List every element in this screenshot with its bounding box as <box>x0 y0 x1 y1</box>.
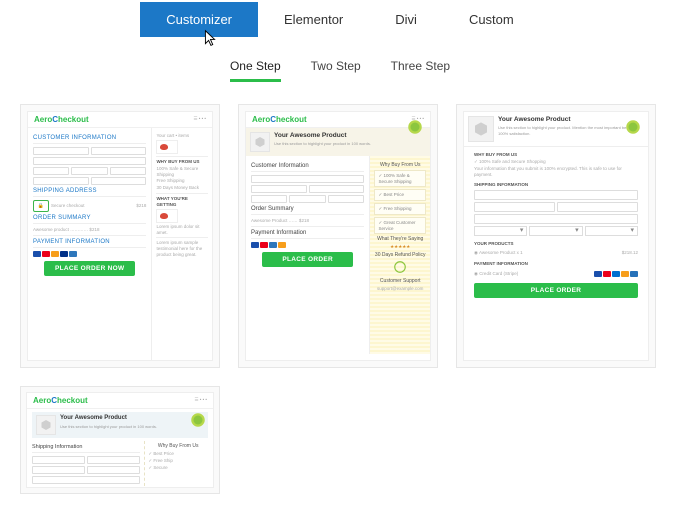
place-order-button: PLACE ORDER <box>474 283 638 298</box>
brand-logo: AeroCheckout <box>252 115 307 124</box>
last-name-field <box>557 202 638 212</box>
section-customer-info: Customer Information <box>251 163 364 172</box>
section-customer-info: CUSTOMER INFORMATION <box>33 135 146 144</box>
tab-elementor[interactable]: Elementor <box>258 2 369 37</box>
section-payment-info: Payment Information <box>251 230 364 239</box>
template-card[interactable]: AeroCheckout ☰ • • • Your Awesome Produc… <box>20 386 220 494</box>
cursor-pointer-icon <box>199 28 221 50</box>
tab-label: Divi <box>395 12 417 27</box>
guarantee-badge-icon <box>624 118 642 136</box>
product-price: $218.12 <box>622 250 638 256</box>
preview-header: AeroCheckout ☰ • • • <box>246 112 430 128</box>
product-title: Your Awesome Product <box>498 116 644 124</box>
guarantee-badge-icon <box>406 118 424 136</box>
preview-header: AeroCheckout ☰ • • • <box>27 393 213 409</box>
product-title: Your Awesome Product <box>60 415 204 423</box>
template-preview: Your Awesome ProductUse this section to … <box>463 111 649 361</box>
street-field <box>474 214 638 224</box>
place-order-button: PLACE ORDER NOW <box>44 261 135 276</box>
template-preview: AeroCheckout ☰ • • • CUSTOMER INFORMATIO… <box>27 111 213 361</box>
side-what-getting: WHAT YOU'RE GETTING <box>156 196 208 208</box>
place-order-button: PLACE ORDER <box>262 252 353 267</box>
preview-header: AeroCheckout ☰ • • • <box>28 112 212 128</box>
product-image <box>250 132 270 152</box>
side-why-buy: WHY BUY FROM US <box>156 159 208 165</box>
payment-icons <box>594 271 638 277</box>
payment-icons <box>251 242 364 248</box>
city-select <box>474 226 527 236</box>
tab-label: Elementor <box>284 12 343 27</box>
product-thumb <box>156 209 178 223</box>
template-preview: AeroCheckout ☰ • • • Your Awesome Produc… <box>245 111 431 361</box>
side-refund: 30 Days Refund Policy <box>374 252 426 258</box>
section-shipping-address: SHIPPING ADDRESS <box>33 188 146 197</box>
template-card[interactable]: AeroCheckout ☰ • • • Your Awesome Produc… <box>238 104 438 368</box>
section-your-products: YOUR PRODUCTS <box>474 241 638 247</box>
subtab-three-step[interactable]: Three Step <box>391 59 450 82</box>
brand-logo: AeroCheckout <box>33 396 88 405</box>
country-select <box>529 226 582 236</box>
tab-label: Custom <box>469 12 514 27</box>
section-why-buy: WHY BUY FROM US <box>474 152 638 158</box>
first-name-field <box>474 202 555 212</box>
tab-customizer[interactable]: Customizer <box>140 2 258 37</box>
side-testimonials: What They're Saying <box>374 236 426 242</box>
template-grid: AeroCheckout ☰ • • • CUSTOMER INFORMATIO… <box>0 82 680 504</box>
brand-logo: AeroCheckout <box>34 115 89 124</box>
section-payment-info: PAYMENT INFORMATION <box>33 239 146 248</box>
tab-divi[interactable]: Divi <box>369 2 443 37</box>
section-order-summary: Order Summary <box>251 206 364 215</box>
subtab-one-step[interactable]: One Step <box>230 59 281 82</box>
product-title: Your Awesome Product <box>274 132 426 140</box>
product-image <box>468 116 494 142</box>
editor-tabs: Customizer Elementor Divi Custom <box>0 2 680 37</box>
template-card[interactable]: AeroCheckout ☰ • • • CUSTOMER INFORMATIO… <box>20 104 220 368</box>
side-support: Customer Support <box>374 278 426 284</box>
email-field <box>474 190 638 200</box>
template-preview: AeroCheckout ☰ • • • Your Awesome Produc… <box>26 392 214 488</box>
payment-icons <box>33 251 146 257</box>
template-card[interactable]: Your Awesome ProductUse this section to … <box>456 104 656 368</box>
side-why-buy: Why Buy From Us <box>148 443 208 449</box>
side-why-buy: Why Buy From Us <box>374 162 426 168</box>
section-payment-info: PAYMENT INFORMATION <box>474 261 638 267</box>
subtab-two-step[interactable]: Two Step <box>311 59 361 82</box>
step-subtabs: One Step Two Step Three Step <box>0 59 680 82</box>
section-shipping-info: Shipping Information <box>32 444 140 453</box>
section-order-summary: ORDER SUMMARY <box>33 215 146 224</box>
tab-custom[interactable]: Custom <box>443 2 540 37</box>
guarantee-badge-icon <box>189 411 207 429</box>
product-image <box>36 415 56 435</box>
section-shipping-info: SHIPPING INFORMATION <box>474 182 638 188</box>
state-select <box>585 226 638 236</box>
product-thumb <box>156 140 178 154</box>
tab-label: Customizer <box>166 12 232 27</box>
